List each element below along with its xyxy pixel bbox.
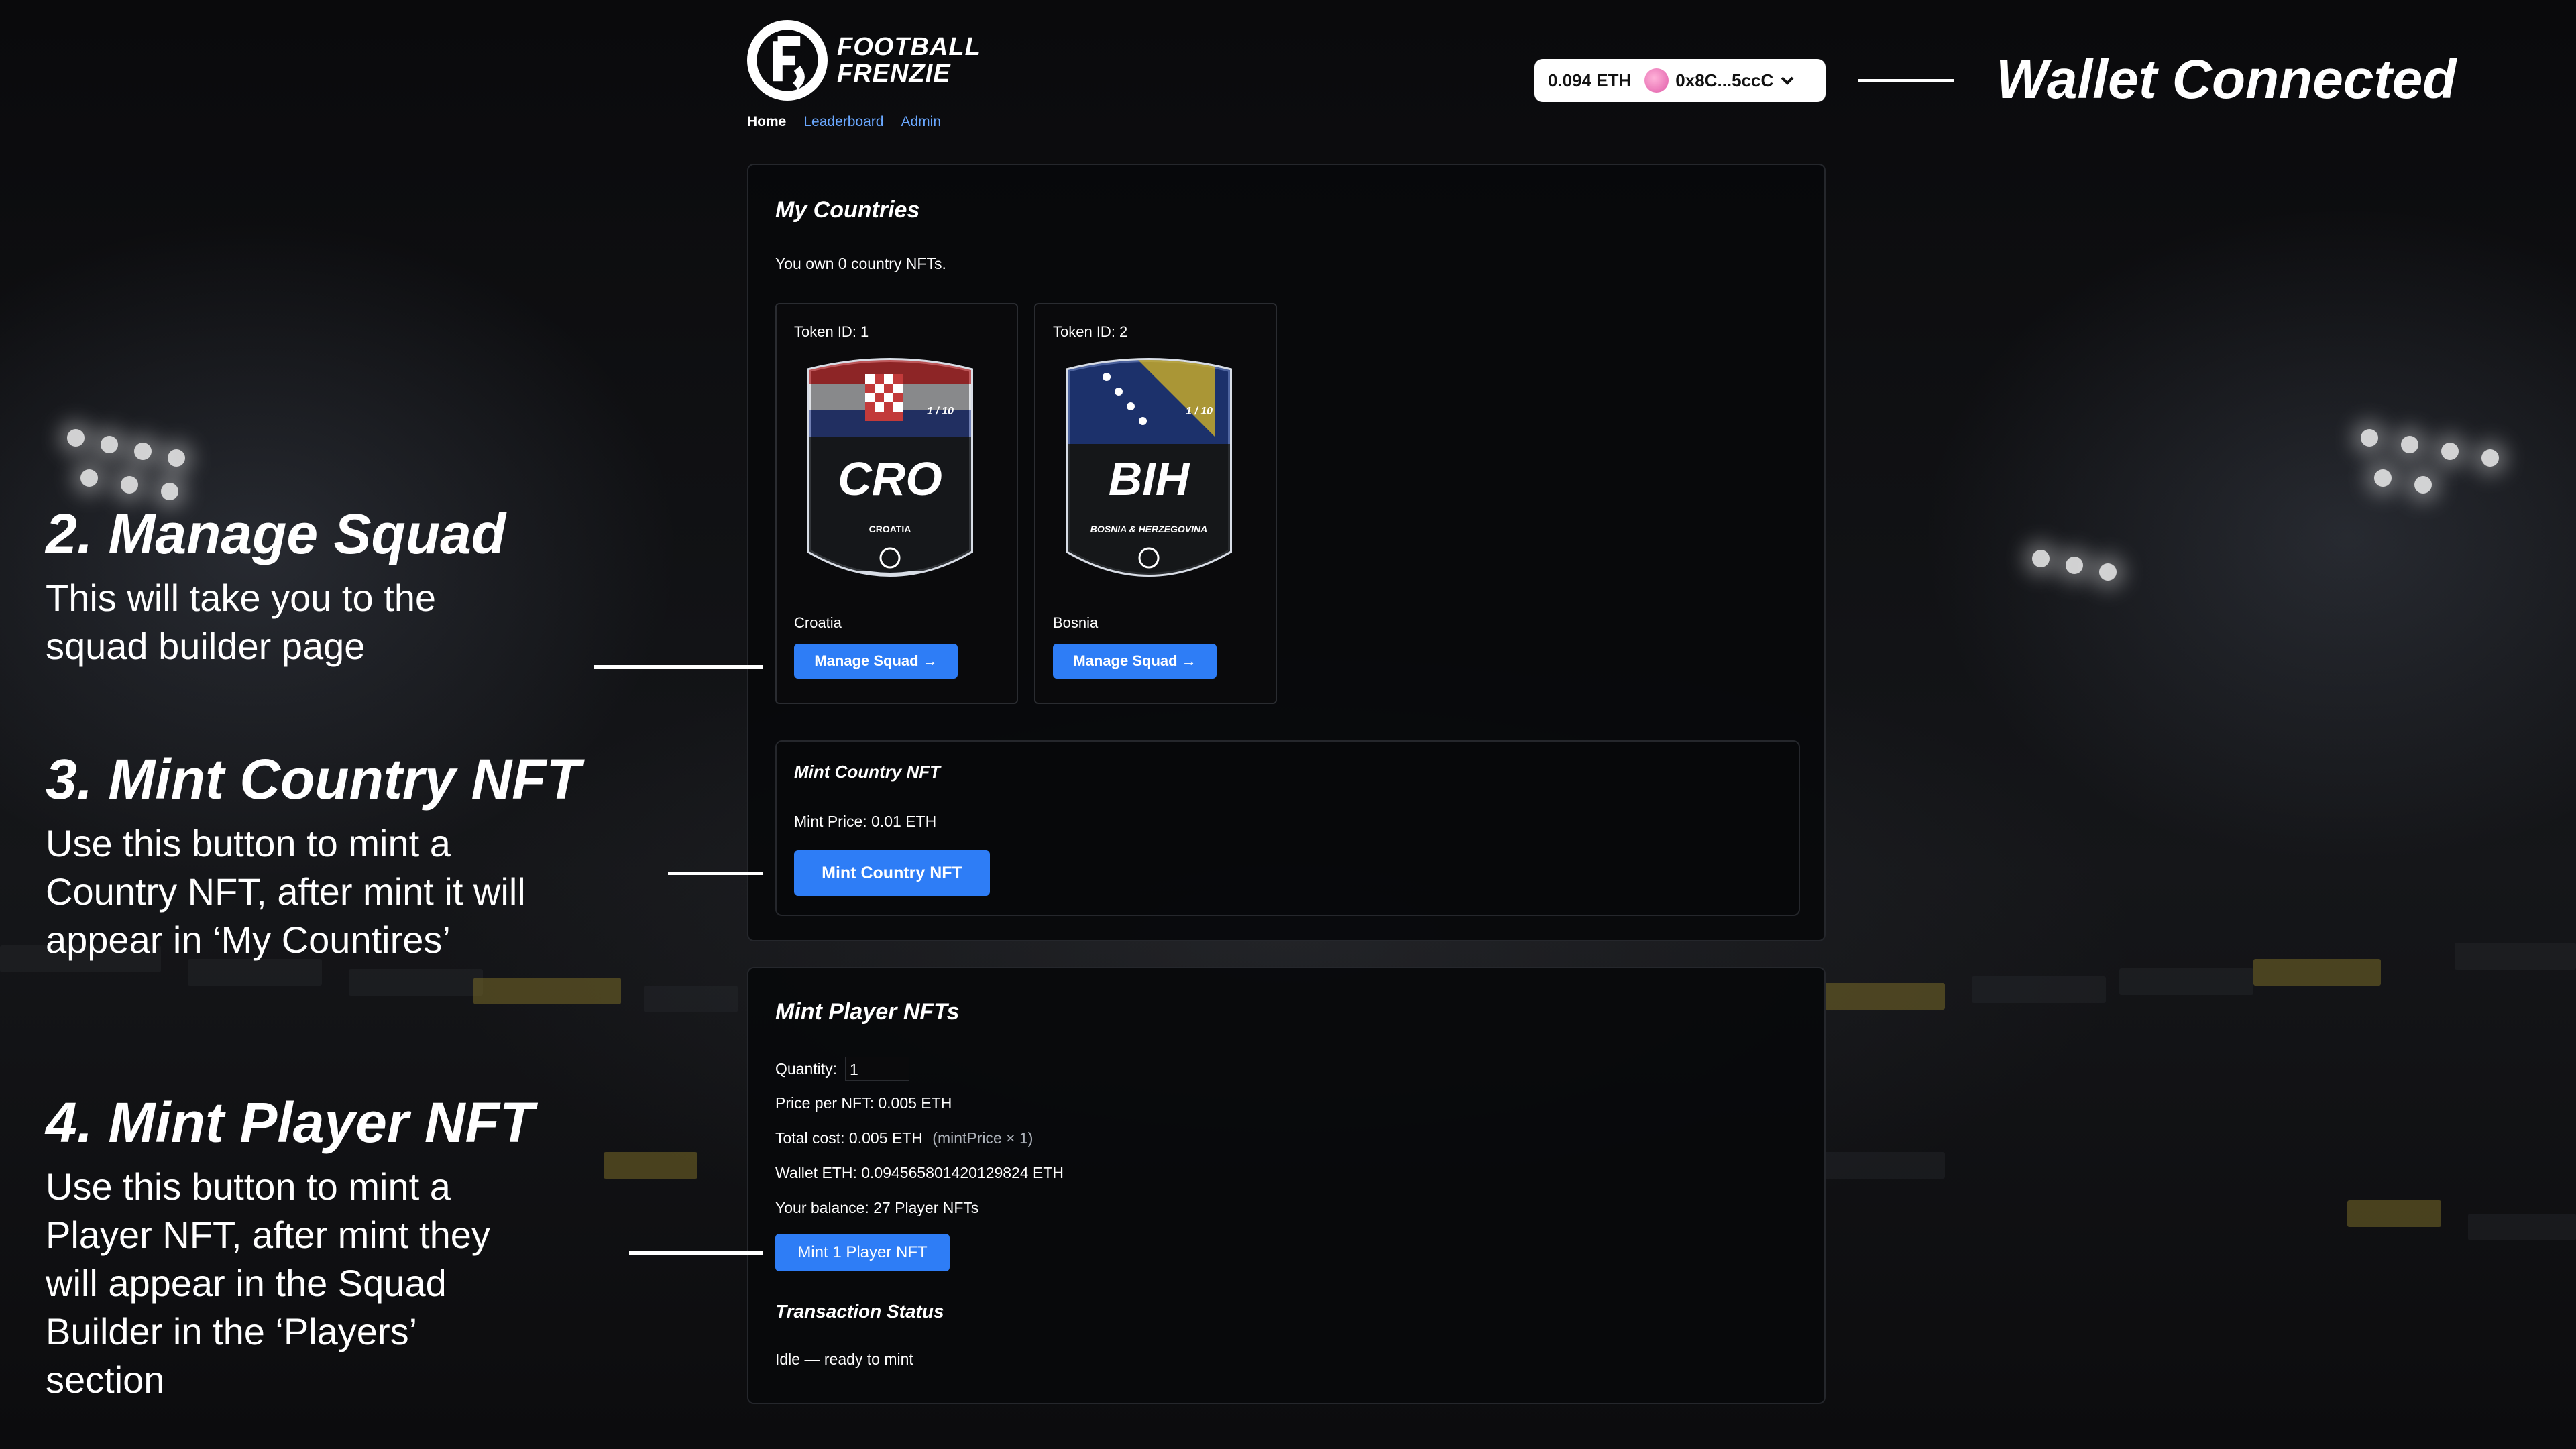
annotation-text: This will take you to the squad builder … (46, 574, 506, 671)
token-id: Token ID: 2 (1053, 323, 1128, 340)
mint-country-price: Mint Price: 0.01 ETH (794, 813, 937, 830)
chevron-down-icon (1781, 76, 1794, 85)
card-edition: 1 / 10 (1186, 406, 1213, 417)
manage-squad-button[interactable]: Manage Squad → (1053, 644, 1217, 679)
annotation-line: will appear in the Squad (46, 1262, 447, 1304)
country-card: Token ID: 1 1 / 10 CRO CROATIA Croatia M… (775, 303, 1018, 704)
transaction-status-text: Idle — ready to mint (775, 1350, 913, 1368)
quantity-input[interactable]: 1 (845, 1057, 910, 1081)
transaction-status-title: Transaction Status (775, 1301, 944, 1322)
wallet-balance: 0.094 ETH (1548, 70, 1632, 91)
connector-line (629, 1251, 763, 1255)
logo-text-line2: FRENZIE (837, 60, 951, 88)
annotation-title: 2. Manage Squad (46, 502, 506, 565)
my-countries-panel: My Countries You own 0 country NFTs. Tok… (747, 164, 1826, 941)
quantity-label: Quantity: (775, 1059, 838, 1078)
country-name: Croatia (794, 614, 842, 631)
mint-country-panel: Mint Country NFT Mint Price: 0.01 ETH Mi… (775, 740, 1800, 916)
player-balance: Your balance: 27 Player NFTs (775, 1199, 979, 1216)
total-cost-formula: (mintPrice × 1) (932, 1129, 1033, 1147)
annotation-title: 3. Mint Country NFT (46, 748, 581, 811)
mint-player-title: Mint Player NFTs (775, 999, 960, 1025)
annotation-line: Use this button to mint a (46, 822, 451, 864)
annotation-line: Use this button to mint a (46, 1165, 451, 1208)
total-cost: Total cost: 0.005 ETH (775, 1129, 923, 1147)
mint-player-panel: Mint Player NFTs Quantity: 1 Price per N… (747, 967, 1826, 1404)
app-header: FOOTBALL FRENZIE Home Leaderboard Admin (747, 20, 981, 130)
connector-line (594, 665, 763, 669)
wallet-eth: Wallet ETH: 0.094565801420129824 ETH (775, 1164, 1064, 1181)
manage-squad-button[interactable]: Manage Squad → (794, 644, 958, 679)
annotation-line: appear in ‘My Countires’ (46, 919, 451, 961)
nav-home[interactable]: Home (747, 114, 786, 130)
nav-leaderboard[interactable]: Leaderboard (803, 114, 883, 130)
wallet-avatar (1644, 68, 1669, 93)
card-country-code: BIH (1109, 453, 1190, 505)
card-edition: 1 / 10 (927, 406, 954, 417)
mint-country-title: Mint Country NFT (794, 762, 941, 782)
annotation-text: Use this button to mint a Player NFT, af… (46, 1163, 534, 1404)
wallet-connected-label: Wallet Connected (1996, 49, 2457, 110)
quantity-row: Quantity: 1 (775, 1057, 910, 1081)
nav-admin[interactable]: Admin (901, 114, 941, 130)
wallet-connector-line (1858, 79, 1954, 82)
annotation-line: Player NFT, after mint they (46, 1214, 490, 1256)
wallet-account: 0x8C...5ccC (1644, 68, 1795, 93)
annotation-line: This will take you to the (46, 577, 437, 619)
annotation-line: section (46, 1358, 165, 1401)
token-id: Token ID: 1 (794, 323, 869, 340)
price-per-nft: Price per NFT: 0.005 ETH (775, 1094, 952, 1112)
annotation-mint-country: 3. Mint Country NFT Use this button to m… (46, 746, 581, 964)
total-cost-row: Total cost: 0.005 ETH (mintPrice × 1) (775, 1129, 1033, 1147)
country-name: Bosnia (1053, 614, 1099, 631)
mint-country-button[interactable]: Mint Country NFT (794, 850, 990, 896)
card-country-fullname: BOSNIA & HERZEGOVINA (1090, 524, 1208, 534)
annotation-manage-squad: 2. Manage Squad This will take you to th… (46, 500, 506, 671)
card-country-code: CRO (838, 453, 942, 505)
mint-player-button[interactable]: Mint 1 Player NFT (775, 1234, 950, 1271)
annotation-title: 4. Mint Player NFT (46, 1091, 535, 1154)
croatia-badge-image: 1 / 10 CRO CROATIA (807, 358, 973, 577)
football-frenzie-logo-icon (747, 20, 828, 101)
wallet-address: 0x8C...5ccC (1675, 70, 1774, 91)
annotation-line: squad builder page (46, 625, 366, 667)
main-nav: Home Leaderboard Admin (747, 114, 981, 130)
logo-text-line1: FOOTBALL (837, 33, 981, 61)
owned-count-text: You own 0 country NFTs. (775, 255, 946, 272)
annotation-line: Country NFT, after mint it will (46, 870, 526, 913)
annotation-line: Builder in the ‘Players’ (46, 1310, 418, 1352)
app-logo[interactable]: FOOTBALL FRENZIE (747, 20, 981, 101)
card-country-fullname: CROATIA (869, 524, 911, 534)
country-card: Token ID: 2 1 / 10 BIH BOSNIA & HERZEGOV… (1034, 303, 1277, 704)
bosnia-badge-image: 1 / 10 BIH BOSNIA & HERZEGOVINA (1066, 358, 1232, 577)
annotation-text: Use this button to mint a Country NFT, a… (46, 819, 581, 964)
connector-line (668, 872, 763, 875)
annotation-mint-player: 4. Mint Player NFT Use this button to mi… (46, 1089, 534, 1404)
my-countries-title: My Countries (775, 197, 920, 223)
wallet-button[interactable]: 0.094 ETH 0x8C...5ccC (1534, 59, 1826, 102)
